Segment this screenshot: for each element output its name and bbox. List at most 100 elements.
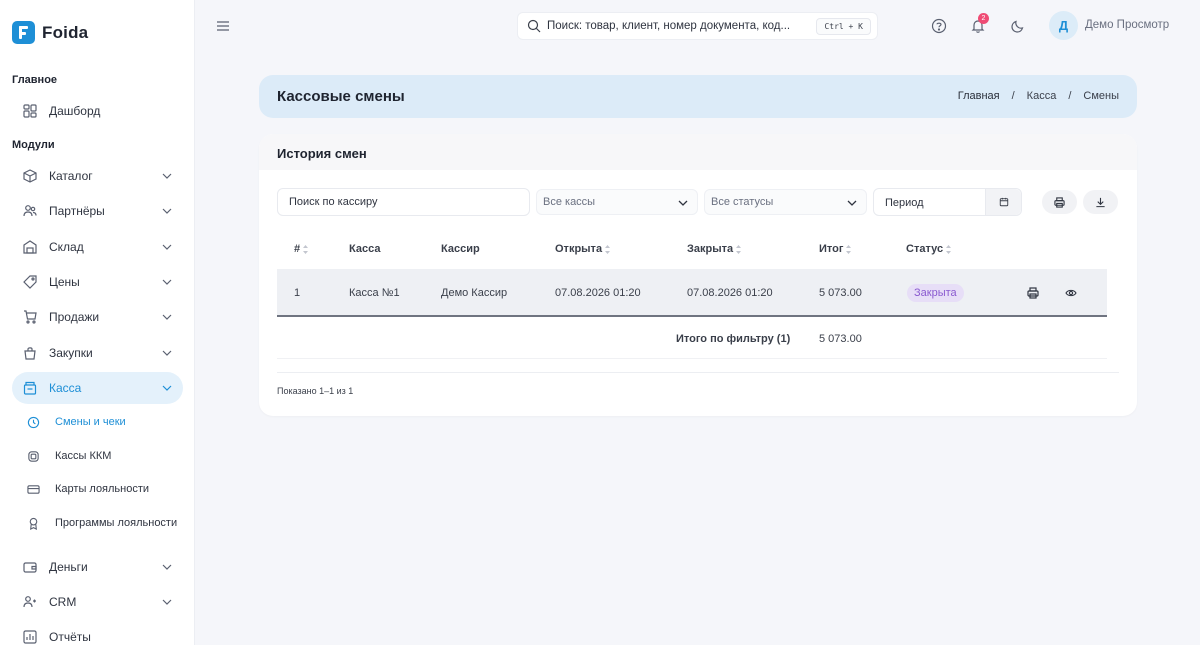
sidebar: Foida Главное Дашборд Модули Каталог Пар… (0, 0, 195, 645)
register-select-value: Все кассы (543, 196, 596, 208)
chevron-down-icon (847, 200, 857, 206)
column-header-register: Касса (349, 243, 380, 255)
menu-icon[interactable] (216, 20, 230, 32)
search-input[interactable]: Поиск: товар, клиент, номер документа, к… (547, 20, 790, 32)
logo[interactable]: Foida (12, 21, 88, 44)
download-button[interactable] (1083, 190, 1118, 214)
sidebar-item-label: CRM (49, 595, 77, 609)
sidebar-item-dashboard[interactable]: Дашборд (12, 95, 183, 127)
cell-num: 1 (294, 287, 301, 299)
period-picker[interactable]: Период (873, 188, 1022, 216)
column-header-status[interactable]: Статус (906, 243, 952, 255)
chevron-down-icon (162, 564, 172, 570)
page-header: Кассовые смены Главная / Касса / Смены (259, 75, 1137, 118)
chevron-down-icon (162, 350, 172, 356)
sidebar-item-label: Деньги (49, 560, 88, 574)
breadcrumb-separator: / (1011, 90, 1015, 102)
chevron-down-icon (162, 314, 172, 320)
bag-icon (23, 346, 37, 360)
status-select[interactable]: Все статусы (704, 189, 867, 215)
printer-icon (1054, 196, 1065, 208)
sidebar-subitem-loyalty-programs[interactable]: Программы лояльности (26, 512, 177, 534)
column-label: Закрыта (687, 243, 734, 255)
section-title-modules: Модули (12, 139, 55, 151)
column-label: # (294, 243, 301, 255)
register-select[interactable]: Все кассы (536, 189, 698, 215)
global-search[interactable]: Поиск: товар, клиент, номер документа, к… (517, 12, 878, 40)
sidebar-subitem-label: Карты лояльности (55, 483, 150, 495)
sidebar-item-partners[interactable]: Партнёры (12, 195, 183, 227)
avatar[interactable]: Д (1049, 11, 1078, 40)
column-label: Открыта (555, 243, 603, 255)
crm-icon (23, 595, 37, 609)
sidebar-subitem-label: Программы лояльности (55, 517, 178, 529)
sidebar-item-label: Склад (49, 240, 84, 254)
eye-icon[interactable] (1065, 287, 1077, 299)
column-label: Итог (819, 243, 844, 255)
chip-icon (26, 449, 40, 463)
sort-icon (736, 244, 742, 254)
page-title: Кассовые смены (277, 88, 405, 105)
shifts-history-card: История смен Поиск по кассиру Все кассы … (259, 134, 1137, 416)
status-badge: Закрыта (907, 284, 964, 302)
column-label: Касса (349, 243, 381, 255)
sidebar-subitem-label: Кассы ККМ (55, 450, 112, 462)
column-header-cashier: Кассир (441, 243, 480, 255)
wallet-icon (23, 560, 37, 574)
chevron-down-icon (162, 385, 172, 391)
card-title: История смен (277, 146, 367, 161)
brand-name: Foida (42, 22, 89, 42)
moon-icon[interactable] (1010, 18, 1026, 34)
sidebar-item-reports[interactable]: Отчёты (12, 621, 183, 645)
chevron-down-icon (162, 599, 172, 605)
breadcrumb-separator: / (1068, 90, 1072, 102)
notification-badge: 2 (978, 13, 989, 24)
sort-icon (846, 244, 852, 254)
pagination-info: Показано 1–1 из 1 (277, 386, 354, 396)
breadcrumb-home[interactable]: Главная (958, 90, 1000, 102)
calendar-icon (999, 197, 1008, 207)
dashboard-icon (23, 104, 37, 118)
chevron-down-icon (162, 208, 172, 214)
sidebar-item-money[interactable]: Деньги (12, 551, 183, 583)
user-name[interactable]: Демо Просмотр (1085, 19, 1169, 31)
sidebar-item-catalog[interactable]: Каталог (12, 160, 183, 192)
sidebar-item-crm[interactable]: CRM (12, 586, 183, 618)
section-title-main: Главное (12, 74, 58, 86)
sidebar-subitem-kkm[interactable]: Кассы ККМ (26, 445, 111, 467)
filter-total-value: 5 073.00 (819, 333, 862, 345)
box-icon (23, 169, 37, 183)
breadcrumb-cash[interactable]: Касса (1027, 90, 1057, 102)
column-header-closed[interactable]: Закрыта (687, 243, 742, 255)
card-header: История смен (259, 134, 1137, 170)
cash-register-icon (23, 381, 37, 395)
card-icon (26, 482, 40, 496)
period-input[interactable]: Период (885, 197, 924, 209)
printer-icon[interactable] (1027, 287, 1039, 299)
sidebar-subitem-loyalty-cards[interactable]: Карты лояльности (26, 478, 149, 500)
help-icon[interactable] (931, 18, 947, 34)
sidebar-item-sales[interactable]: Продажи (12, 301, 183, 333)
chevron-down-icon (162, 279, 172, 285)
download-icon (1096, 197, 1105, 207)
sidebar-item-purchases[interactable]: Закупки (12, 337, 183, 369)
column-header-opened[interactable]: Открыта (555, 243, 611, 255)
column-header-num[interactable]: # (294, 243, 309, 255)
column-header-total[interactable]: Итог (819, 243, 852, 255)
search-shortcut: Ctrl + K (816, 18, 871, 35)
status-select-value: Все статусы (711, 196, 774, 208)
sort-icon (946, 244, 952, 254)
print-button[interactable] (1042, 190, 1077, 214)
sidebar-item-warehouse[interactable]: Склад (12, 231, 183, 263)
cashier-search-input[interactable]: Поиск по кассиру (277, 188, 530, 216)
cell-cashier: Демо Кассир (441, 287, 508, 299)
chart-icon (23, 630, 37, 644)
column-label: Кассир (441, 243, 480, 255)
sidebar-subitem-shifts[interactable]: Смены и чеки (26, 411, 126, 433)
sidebar-item-cash[interactable]: Касса (12, 372, 183, 404)
filter-total-label: Итого по фильтру (1) (676, 333, 791, 345)
cell-total: 5 073.00 (819, 287, 862, 299)
sidebar-item-prices[interactable]: Цены (12, 266, 183, 298)
award-icon (26, 516, 40, 530)
calendar-button[interactable] (985, 189, 1021, 215)
